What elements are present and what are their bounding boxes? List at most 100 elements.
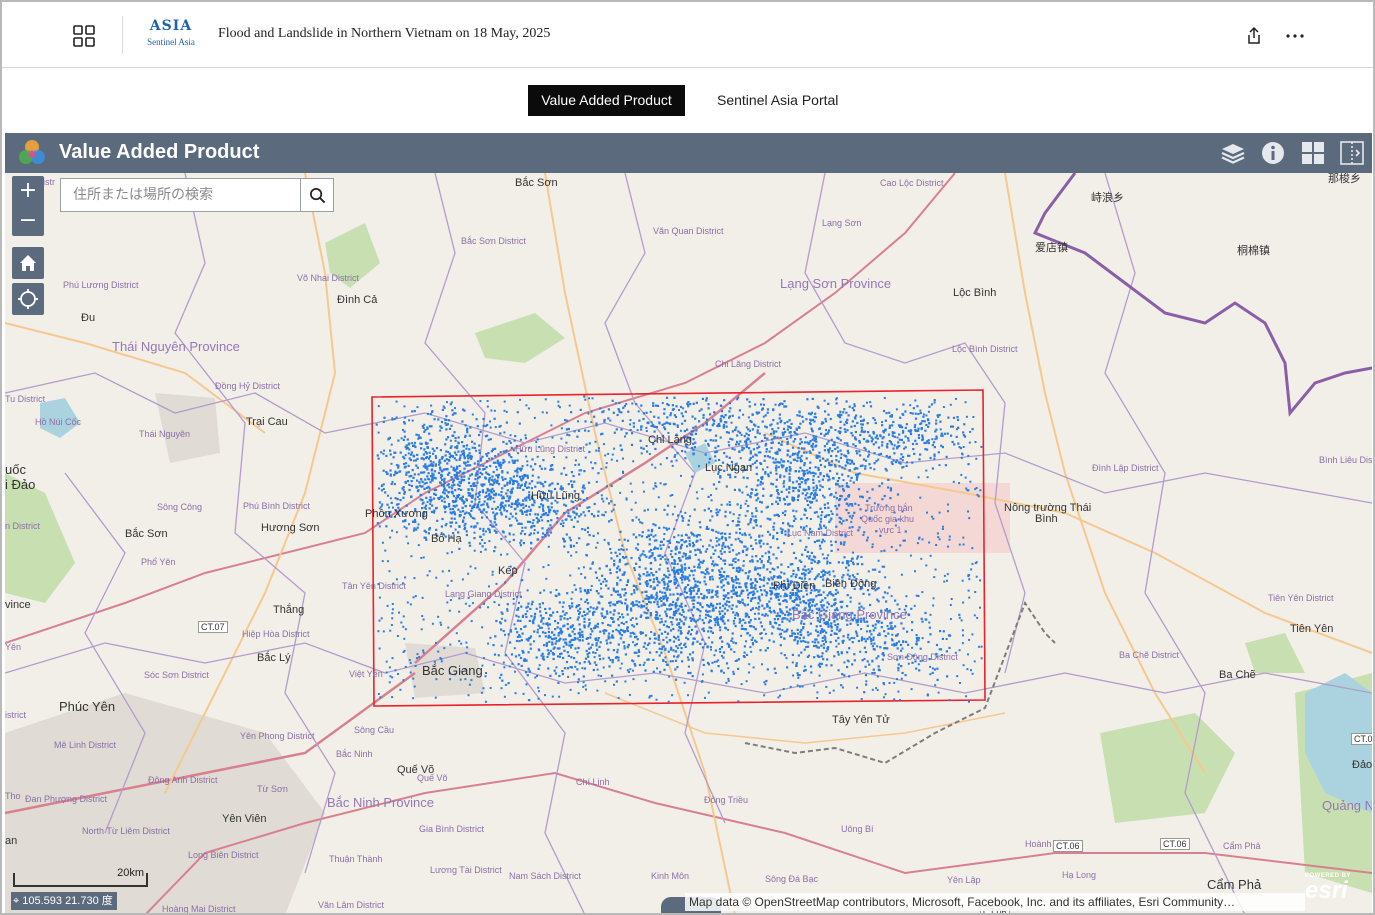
tab-value-added-product[interactable]: Value Added Product (528, 85, 685, 116)
map-label: i Đảo (5, 477, 36, 492)
map-label: Bắc Lý (257, 652, 291, 664)
zoom-out-button[interactable]: − (12, 206, 44, 236)
esri-logo: POWERED BY esri (1305, 873, 1365, 911)
map-label: Ba Chẽ District (1119, 650, 1180, 660)
scale-label: 20km (117, 867, 144, 879)
map-label: Thái Nguyên Province (112, 339, 240, 354)
basemap-gallery-icon (1302, 142, 1324, 164)
map-label: Hoàng Mai District (162, 904, 236, 914)
map-app-header: Value Added Product (5, 133, 1372, 173)
map-label: Tiên Yên District (1268, 593, 1334, 603)
map-label: Phú Bình District (243, 501, 311, 511)
ellipsis-icon (1286, 34, 1304, 38)
map-label: Thắng (273, 604, 305, 616)
info-icon (1262, 142, 1284, 164)
section-tabs: Value Added Product Sentinel Asia Portal (2, 69, 1373, 131)
home-button[interactable] (12, 247, 44, 279)
road-shield: CT.06 (1160, 838, 1190, 850)
map-label: Sông Đá Bạc (765, 874, 819, 884)
split-view-button[interactable] (1332, 133, 1372, 173)
map-label: Tây Yên Tử (832, 714, 890, 726)
map-label: Cẩm Phả (1223, 841, 1261, 851)
map-label: Lộc Bình (953, 287, 997, 299)
map-label: Phổ Yên (141, 557, 176, 567)
share-button[interactable] (1245, 26, 1263, 46)
map-label: Từ Sơn (257, 784, 288, 794)
esri-wordmark: esri (1305, 877, 1348, 904)
map-label: Văn Lâm District (318, 900, 385, 910)
map-label: Bắc Sơn (125, 528, 168, 540)
map-label: Đình Cả (337, 294, 378, 306)
map-view[interactable]: Bắc Sơn Bắc Sơn District Văn Quan Distri… (5, 173, 1372, 914)
app-logo-icon (19, 140, 45, 164)
map-label: Quảng Ni (1322, 798, 1372, 813)
crosshair-icon: ⌖ (13, 895, 23, 907)
map-label: Bố Hạ (431, 533, 462, 545)
map-label: Chi Lăng District (715, 359, 782, 369)
map-label: Đông Triều (704, 795, 749, 805)
map-label: Yên Phong District (240, 731, 315, 741)
map-label: Bắc Sơn (515, 177, 558, 189)
share-icon (1248, 26, 1260, 44)
app-header: ASIA Sentinel Asia Flood and Landslide i… (2, 2, 1373, 68)
coordinate-readout[interactable]: ⌖ 105.593 21.730 度 (11, 892, 117, 910)
search-button[interactable] (300, 179, 333, 211)
map-label: Sông Công (157, 502, 203, 512)
zoom-in-button[interactable]: + (12, 176, 44, 206)
map-label: uốc (5, 462, 26, 477)
map-label: Trường bắn (865, 503, 913, 513)
map-label: Hạ Long (1062, 870, 1097, 880)
about-button[interactable] (1253, 133, 1293, 173)
map-label: 峙浪乡 (1091, 192, 1124, 204)
layer-list-button[interactable] (1213, 133, 1253, 173)
search-icon (309, 187, 325, 203)
map-label: Việt Yên (349, 669, 383, 679)
map-label: Uông Bí (841, 824, 874, 834)
locate-button[interactable] (12, 283, 44, 315)
app-launcher-button[interactable] (72, 24, 96, 48)
map-label: Tu District (5, 394, 46, 404)
map-label: an (5, 835, 18, 847)
map-label: Bắc Giang Province (792, 607, 907, 622)
map-label: Tiên Yên (1290, 623, 1334, 635)
road-shield: CT.06 (1053, 840, 1083, 852)
map-label: Hữu Lũng (531, 490, 580, 502)
basemap (5, 173, 1372, 913)
map-label: Lạng Sơn (822, 218, 862, 228)
location-search (60, 178, 334, 212)
map-label: Hữu Lũng District (515, 444, 586, 454)
map-label: Sóc Sơn District (144, 670, 209, 680)
map-app-title: Value Added Product (59, 141, 260, 163)
map-label: Lạng Sơn Province (780, 276, 892, 291)
map-label: Yên Lập (947, 875, 981, 885)
zoom-control: + − (12, 176, 44, 236)
map-label: Lạng Giang District (445, 589, 522, 599)
map-label: Chi Lăng (648, 434, 693, 446)
grid-icon (73, 25, 95, 47)
tab-sentinel-asia-portal[interactable]: Sentinel Asia Portal (709, 85, 846, 116)
map-label: vực 1 (879, 525, 902, 535)
map-label: Đan Phượng District (25, 794, 107, 804)
map-label: Bắc Giang (422, 663, 483, 678)
map-label: Bắc Ninh (336, 749, 373, 759)
search-input[interactable] (61, 179, 301, 211)
map-attribution[interactable]: Map data © OpenStreetMap contributors, M… (685, 893, 1305, 911)
map-label: Đông Anh District (148, 775, 218, 785)
map-label: Hồ Núi Cốc (35, 417, 82, 427)
map-label: Mê Linh District (54, 740, 117, 750)
map-label: Kinh Môn (651, 871, 690, 881)
more-options-button[interactable] (1284, 26, 1306, 46)
scale-bar: 20km (13, 867, 148, 887)
locate-icon (18, 289, 38, 309)
map-label: Đồng Hỷ District (215, 381, 281, 391)
map-label: Yên (5, 642, 22, 652)
map-label: Sông Cầu (354, 725, 395, 735)
map-label: Hương Sơn (261, 522, 320, 534)
map-label: Sơn Động District (887, 652, 958, 662)
map-label: Quế Võ (417, 773, 448, 783)
map-label: vince (5, 599, 31, 611)
map-label: istr (43, 177, 55, 187)
basemap-gallery-button[interactable] (1293, 133, 1333, 173)
map-label: Đảo (1352, 759, 1372, 771)
map-label: Văn Quan District (653, 226, 724, 236)
